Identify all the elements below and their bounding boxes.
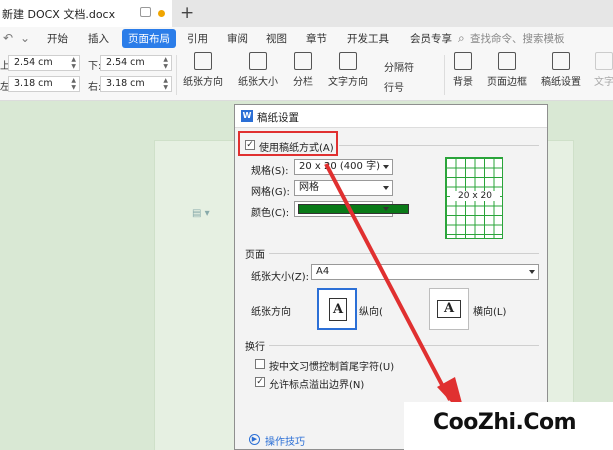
watermark-text: CooZhi.Com <box>433 410 577 435</box>
watermark: CooZhi.Com <box>404 402 613 450</box>
annotation-arrow-icon <box>324 163 466 418</box>
